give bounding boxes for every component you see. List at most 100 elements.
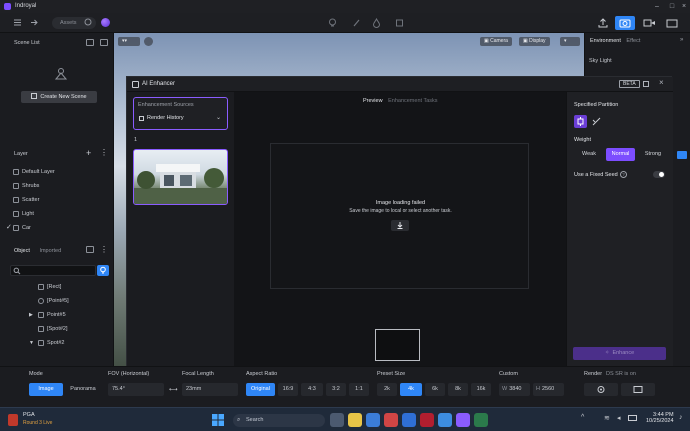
weight-weak-button[interactable]: Weak xyxy=(574,148,604,161)
viewport-settings-icon[interactable] xyxy=(144,37,153,46)
partition-auto-button[interactable] xyxy=(574,115,587,128)
layer-item[interactable]: Shrubs xyxy=(13,181,39,191)
tray-chevron-icon[interactable]: ^ xyxy=(581,414,584,421)
help-icon[interactable]: ? xyxy=(620,171,627,178)
fixed-seed-toggle[interactable] xyxy=(653,171,665,178)
aspect-1-1-button[interactable]: 1:1 xyxy=(349,383,369,396)
share-button[interactable] xyxy=(593,16,613,30)
layer-item[interactable]: Car xyxy=(13,223,31,233)
preset-8k-button[interactable]: 8k xyxy=(448,383,468,396)
tab-imported[interactable]: Imported xyxy=(39,248,61,254)
drop-icon[interactable] xyxy=(372,18,382,28)
add-layer-icon[interactable]: + xyxy=(86,148,91,158)
object-item[interactable]: Spot#2 xyxy=(38,338,64,348)
shape-icon[interactable] xyxy=(395,18,405,28)
camera-render-button[interactable] xyxy=(615,16,635,30)
tab-object[interactable]: Object xyxy=(14,248,30,254)
preset-6k-button[interactable]: 6k xyxy=(425,383,445,396)
custom-width-input[interactable]: W 3840 xyxy=(499,383,530,396)
link-icon[interactable] xyxy=(84,18,94,28)
aspect-3-2-button[interactable]: 3:2 xyxy=(326,383,346,396)
excel-icon[interactable] xyxy=(474,413,488,427)
object-item[interactable]: [Spot#2] xyxy=(38,324,68,334)
ai-orb-icon[interactable] xyxy=(101,18,110,27)
news-subtitle[interactable]: Round 3 Live xyxy=(23,420,52,426)
file-explorer-icon[interactable] xyxy=(348,413,362,427)
brush-icon[interactable] xyxy=(352,18,362,28)
viewport-tools-menu[interactable]: ▾ xyxy=(560,37,580,46)
task-view-icon[interactable] xyxy=(330,413,344,427)
display-menu[interactable]: ▣ Display xyxy=(519,37,550,46)
volume-icon[interactable]: ◂ xyxy=(617,414,621,422)
add-object-icon[interactable] xyxy=(86,246,94,253)
navigator-thumbnail[interactable] xyxy=(375,329,420,361)
outlook-icon[interactable] xyxy=(402,413,416,427)
layer-item[interactable]: Default Layer xyxy=(13,167,55,177)
preset-4k-button[interactable]: 4k xyxy=(400,383,422,396)
blue-toggle-icon[interactable] xyxy=(677,151,687,159)
enhancement-sources-card[interactable]: Enhancement Sources Render History ⌄ xyxy=(133,97,228,130)
object-item[interactable]: [Rect] xyxy=(38,282,61,292)
layer-item[interactable]: Light xyxy=(13,209,34,219)
maximize-icon[interactable]: □ xyxy=(667,2,677,11)
layer-more-icon[interactable]: ⋮ xyxy=(100,148,108,157)
scene-layout-icon[interactable] xyxy=(100,39,108,46)
minimize-icon[interactable]: – xyxy=(652,2,662,11)
render-history-thumbnail[interactable] xyxy=(133,149,228,205)
video-button[interactable] xyxy=(639,16,659,30)
store-icon[interactable] xyxy=(438,413,452,427)
acrobat-icon[interactable] xyxy=(420,413,434,427)
preset-16k-button[interactable]: 16k xyxy=(471,383,491,396)
dialog-maximize-icon[interactable] xyxy=(643,81,649,87)
mode-image-button[interactable]: Image xyxy=(29,383,63,396)
edge-icon[interactable] xyxy=(366,413,380,427)
light-filter-button[interactable] xyxy=(97,265,109,276)
object-item[interactable]: [Point#5] xyxy=(38,296,69,306)
battery-icon[interactable] xyxy=(628,415,637,421)
link-fov-focal-icon[interactable]: ⟷ xyxy=(169,386,178,393)
tab-environment[interactable]: Environment xyxy=(590,38,621,44)
office-icon[interactable] xyxy=(384,413,398,427)
collapse-panel-icon[interactable]: » xyxy=(680,37,683,43)
tab-effect[interactable]: Effect xyxy=(626,38,640,44)
object-item[interactable]: Point#5 xyxy=(38,310,66,320)
mode-panorama-button[interactable]: Panorama xyxy=(66,383,100,396)
chevron-down-icon[interactable]: ⌄ xyxy=(216,114,221,121)
wifi-icon[interactable]: ≋ xyxy=(604,414,610,422)
collapse-icon[interactable]: ▼ xyxy=(29,340,34,346)
expand-icon[interactable]: ▶ xyxy=(29,312,33,318)
tab-preview[interactable]: Preview xyxy=(363,98,383,104)
fov-input[interactable]: 75.4° xyxy=(108,383,164,396)
focal-length-input[interactable]: 23mm xyxy=(182,383,238,396)
weight-normal-button[interactable]: Normal xyxy=(606,148,635,161)
weight-strong-button[interactable]: Strong xyxy=(638,148,668,161)
aspect-original-button[interactable]: Original xyxy=(246,383,275,396)
object-search-input[interactable] xyxy=(10,265,96,276)
viewport-view-menu[interactable]: ▾▾ xyxy=(118,37,140,46)
camera-menu[interactable]: ▣ Camera xyxy=(480,37,512,46)
indroyal-icon[interactable] xyxy=(456,413,470,427)
clock[interactable]: 3:44 PM 10/25/2024 xyxy=(646,412,674,424)
render-start-button[interactable] xyxy=(621,383,655,396)
aspect-16-9-button[interactable]: 16:9 xyxy=(278,383,298,396)
import-scene-icon[interactable] xyxy=(86,39,94,46)
pga-logo-icon[interactable] xyxy=(8,414,18,426)
object-more-icon[interactable]: ⋮ xyxy=(100,245,108,254)
preset-2k-button[interactable]: 2k xyxy=(377,383,397,396)
light-bulb-icon[interactable] xyxy=(328,18,338,28)
notification-bell-icon[interactable]: ♪ xyxy=(679,414,683,421)
dialog-close-icon[interactable]: × xyxy=(659,78,664,87)
close-icon[interactable]: × xyxy=(679,2,689,11)
create-new-scene-button[interactable]: Create New Scene xyxy=(21,91,97,103)
taskbar-search-input[interactable]: ⌕ Search xyxy=(233,414,325,427)
menu-icon[interactable] xyxy=(13,18,23,28)
custom-height-input[interactable]: H 2560 xyxy=(533,383,564,396)
tab-enhancement-tasks[interactable]: Enhancement Tasks xyxy=(388,98,437,104)
enhance-button[interactable]: ✧ Enhance xyxy=(573,347,666,360)
windows-start-icon[interactable] xyxy=(211,413,225,427)
source-select[interactable]: Render History xyxy=(147,115,184,121)
panorama-button[interactable] xyxy=(662,16,682,30)
render-settings-button[interactable] xyxy=(584,383,618,396)
download-button[interactable] xyxy=(391,220,409,231)
news-title[interactable]: PGA xyxy=(23,412,35,418)
